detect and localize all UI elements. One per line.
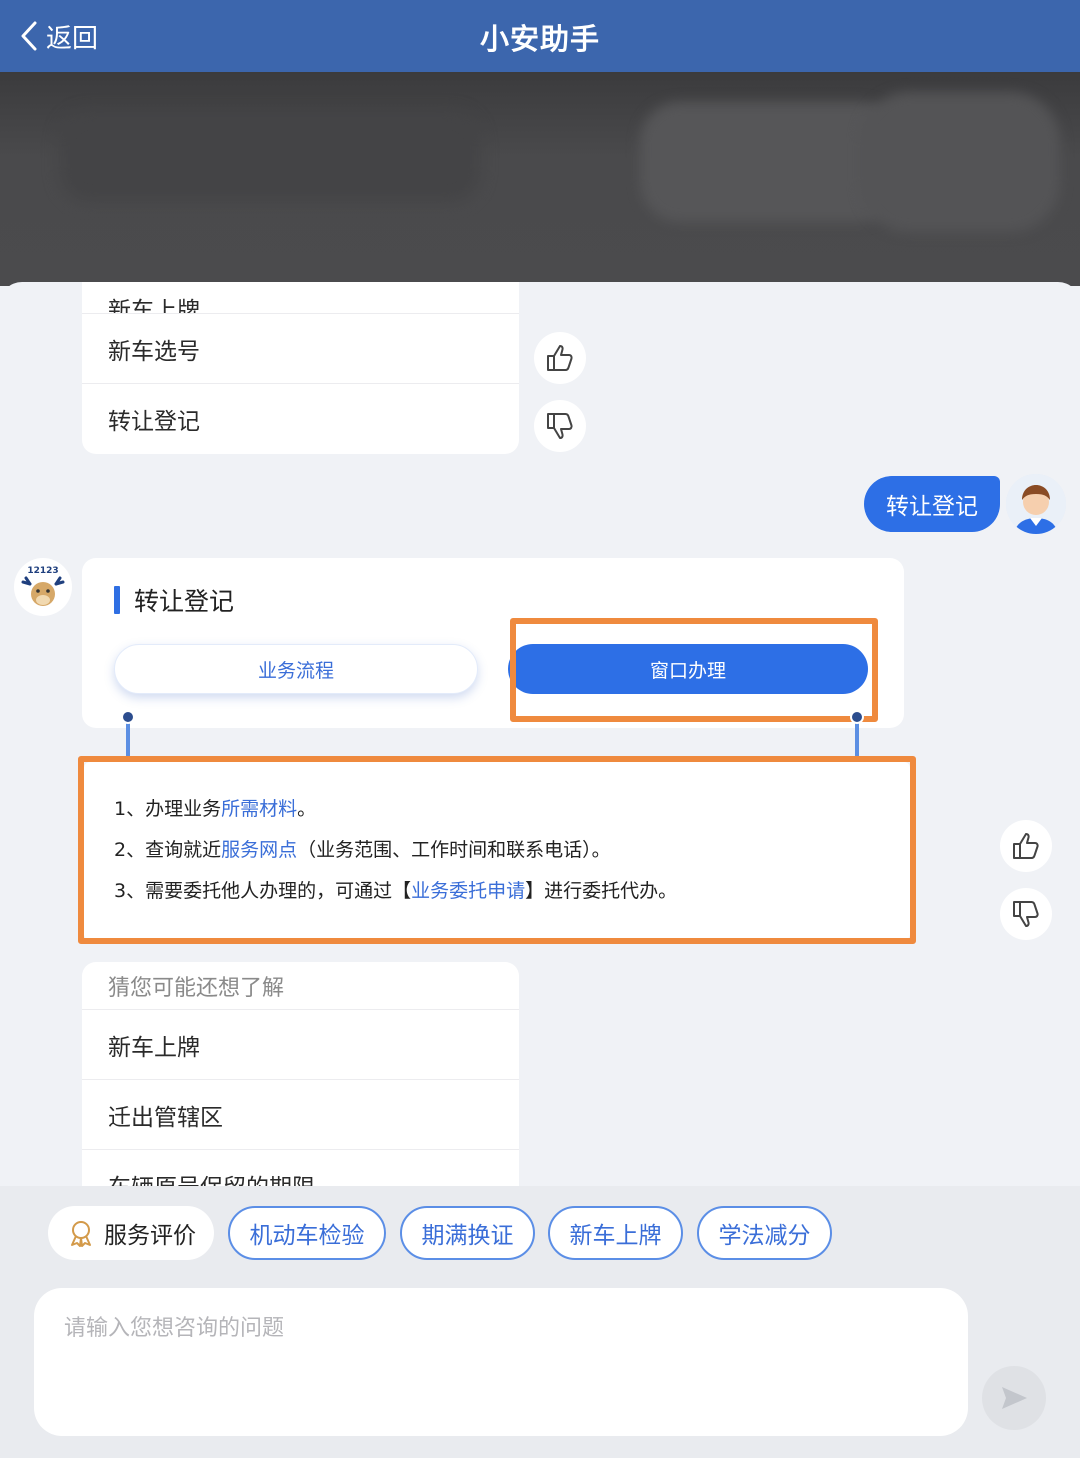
service-rating-button[interactable]: 服务评价 — [48, 1206, 214, 1260]
rating-icon — [71, 1221, 91, 1247]
title-accent-bar — [114, 586, 120, 614]
list-item[interactable]: 新车选号 — [82, 314, 519, 384]
suggestion-item[interactable]: 新车上牌 — [82, 1010, 519, 1080]
header-bar: 返回 小安助手 — [0, 0, 1080, 72]
highlight-box-info — [78, 756, 916, 944]
answer-title: 转让登记 — [114, 582, 234, 618]
bottom-input-area: 服务评价 机动车检验 期满换证 新车上牌 学法减分 请输入您想咨询的问题 — [0, 1186, 1080, 1458]
connector-dot — [121, 710, 135, 724]
quick-chip-vehicle-inspection[interactable]: 机动车检验 — [228, 1206, 386, 1260]
thumbs-down-icon — [1013, 901, 1039, 927]
quick-chip-new-plate[interactable]: 新车上牌 — [548, 1206, 683, 1260]
like-button[interactable] — [1000, 820, 1052, 872]
list-item[interactable]: 新车上牌 — [82, 282, 519, 314]
dislike-button[interactable] — [534, 400, 586, 452]
like-button[interactable] — [534, 332, 586, 384]
suggestions-card: 猜您可能还想了解 新车上牌 迁出管辖区 车辆原号保留的期限 — [82, 962, 519, 1202]
quick-chip-study-deduct[interactable]: 学法减分 — [697, 1206, 832, 1260]
suggestions-header: 猜您可能还想了解 — [82, 962, 519, 1010]
send-button[interactable] — [982, 1366, 1046, 1430]
user-avatar — [1006, 474, 1066, 534]
quick-chip-license-renewal[interactable]: 期满换证 — [400, 1206, 535, 1260]
send-icon — [1002, 1387, 1027, 1409]
question-input[interactable]: 请输入您想咨询的问题 — [34, 1288, 968, 1436]
user-message-bubble: 转让登记 — [864, 476, 1000, 532]
dislike-button[interactable] — [1000, 888, 1052, 940]
bot-avatar: 12123 — [14, 558, 72, 616]
thumbs-up-icon — [1013, 833, 1039, 859]
previous-list-card: 新车上牌 新车选号 转让登记 — [82, 282, 519, 454]
tab-business-process[interactable]: 业务流程 — [114, 644, 478, 694]
thumbs-down-icon — [547, 413, 573, 439]
banner-image — [0, 72, 1080, 286]
chat-area[interactable]: 新车上牌 新车选号 转让登记 转让登记 12123 转让登记 业务流程 窗口办理… — [0, 282, 1080, 1202]
suggestion-item[interactable]: 迁出管辖区 — [82, 1080, 519, 1150]
connector-dot — [850, 710, 864, 724]
thumbs-up-icon — [547, 345, 573, 371]
list-item[interactable]: 转让登记 — [82, 384, 519, 454]
page-title: 小安助手 — [479, 22, 600, 56]
svg-text:12123: 12123 — [27, 566, 58, 576]
highlight-box-tab — [510, 618, 878, 722]
